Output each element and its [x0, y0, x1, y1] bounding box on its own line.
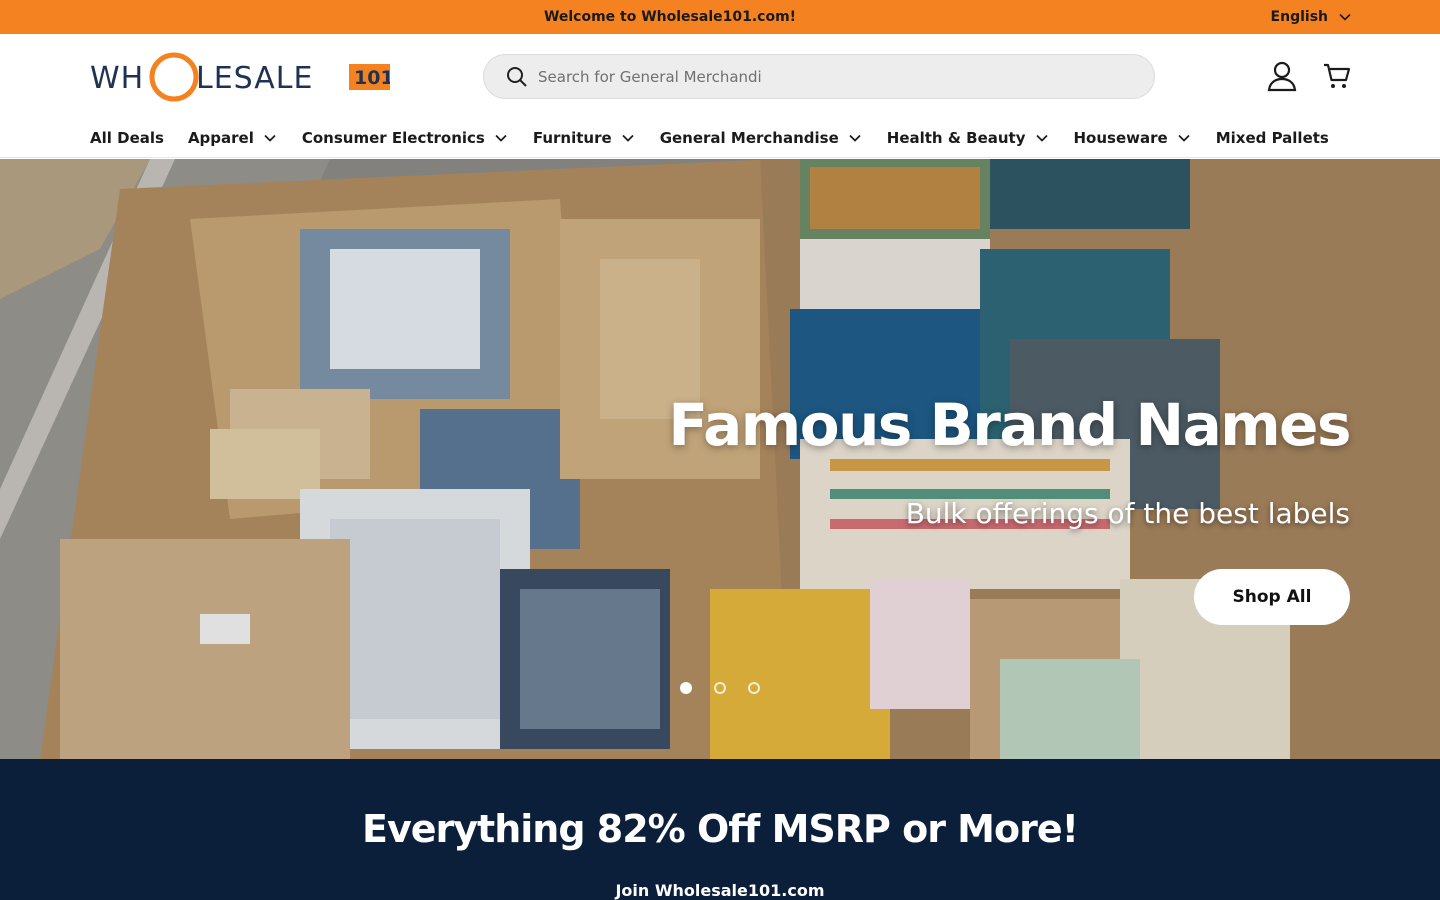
language-selector[interactable]: English — [1271, 0, 1352, 34]
promo-section: Everything 82% Off MSRP or More! Join Wh… — [0, 759, 1440, 900]
nav-item-mixed-pallets[interactable]: Mixed Pallets — [1216, 129, 1329, 147]
slide-dot-3[interactable] — [748, 682, 760, 694]
nav-label: Health & Beauty — [886, 129, 1026, 147]
chevron-down-icon — [264, 134, 276, 142]
nav-item-general-merchandise[interactable]: General Merchandise — [660, 129, 863, 147]
chevron-down-icon — [1178, 134, 1190, 142]
nav-item-consumer-electronics[interactable]: Consumer Electronics — [302, 129, 509, 147]
nav-item-houseware[interactable]: Houseware — [1074, 129, 1192, 147]
nav-label: Furniture — [532, 129, 612, 147]
nav-label: All Deals — [90, 129, 164, 147]
logo-text-right: LESALE — [196, 61, 313, 96]
user-icon[interactable] — [1266, 60, 1298, 92]
main-navigation: All Deals Apparel Consumer Electronics F… — [90, 122, 1329, 154]
chevron-down-icon — [1035, 134, 1048, 142]
search-bar[interactable] — [483, 54, 1155, 99]
hero-banner: Famous Brand Names Bulk offerings of the… — [0, 159, 1440, 759]
wholesale101-logo[interactable]: WH LESALE 101 — [90, 50, 390, 102]
nav-label: Houseware — [1073, 129, 1168, 147]
nav-item-apparel[interactable]: Apparel — [188, 129, 278, 147]
logo-badge-text: 101 — [354, 67, 390, 89]
cart-icon[interactable] — [1322, 61, 1352, 91]
promo-title: Everything 82% Off MSRP or More! — [362, 807, 1079, 851]
nav-item-health-beauty[interactable]: Health & Beauty — [887, 129, 1050, 147]
hero-image-pallet-boxes — [0, 159, 1440, 759]
chevron-down-icon — [849, 134, 861, 142]
shop-all-button[interactable]: Shop All — [1194, 569, 1350, 625]
chevron-down-icon — [495, 134, 507, 142]
slide-dot-1[interactable] — [680, 682, 692, 694]
site-header: WH LESALE 101 All Deals Apparel Consumer… — [0, 34, 1440, 158]
language-label: English — [1270, 9, 1328, 25]
search-input[interactable] — [538, 67, 1118, 86]
nav-item-all-deals[interactable]: All Deals — [90, 129, 164, 147]
logo-text-left: WH — [90, 61, 144, 96]
nav-label: General Merchandise — [659, 129, 839, 147]
chevron-down-icon — [1339, 13, 1351, 21]
announcement-text: Welcome to Wholesale101.com! — [543, 9, 797, 25]
hero-subtitle: Bulk offerings of the best labels — [905, 497, 1350, 530]
join-link[interactable]: Join Wholesale101.com — [0, 881, 1440, 900]
slide-pagination — [680, 682, 760, 694]
announcement-bar: Welcome to Wholesale101.com! English — [0, 0, 1440, 34]
slide-dot-2[interactable] — [714, 682, 726, 694]
search-icon[interactable] — [506, 66, 528, 88]
nav-label: Apparel — [187, 129, 254, 147]
nav-item-furniture[interactable]: Furniture — [533, 129, 636, 147]
nav-label: Mixed Pallets — [1215, 129, 1329, 147]
hero-title: Famous Brand Names — [668, 391, 1351, 459]
chevron-down-icon — [622, 134, 634, 142]
nav-label: Consumer Electronics — [301, 129, 485, 147]
